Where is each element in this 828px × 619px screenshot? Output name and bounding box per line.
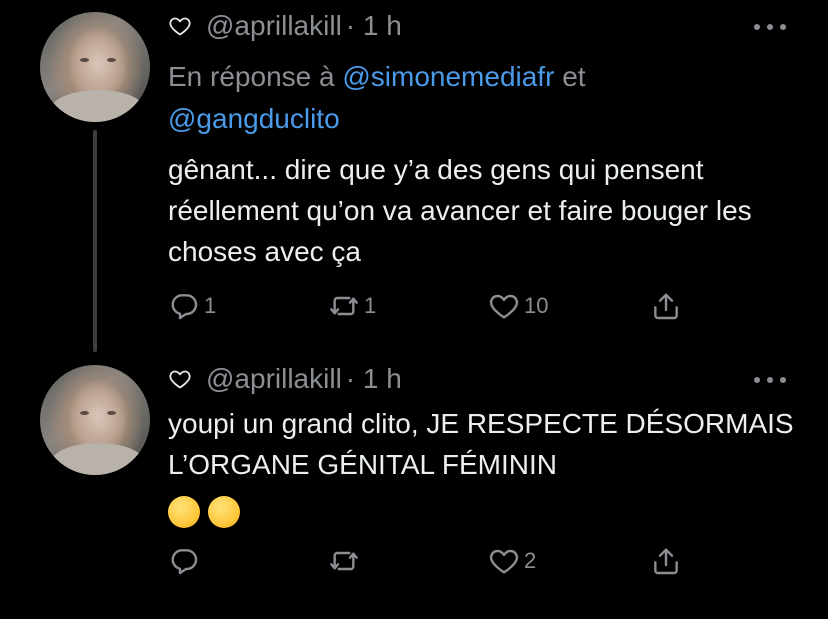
reply-context: En réponse à @simonemediafr et @gangducl… (168, 56, 768, 140)
tweet-text: youpi un grand clito, JE RESPECTE DÉSORM… (168, 403, 808, 530)
retweet-icon (328, 290, 360, 322)
reply-prefix: En réponse à (168, 61, 335, 92)
star-struck-face-icon (208, 495, 240, 528)
tweet[interactable]: @aprillakill · 1 h En réponse à @simonem… (0, 0, 828, 352)
thread-connector-line (93, 130, 97, 352)
heart-icon (488, 545, 520, 577)
reply-button[interactable]: 1 (168, 288, 216, 324)
avatar-face (80, 411, 116, 417)
tweet-text-content: youpi un grand clito, JE RESPECTE DÉSORM… (168, 408, 794, 480)
retweet-button[interactable]: 1 (328, 288, 376, 324)
avatar[interactable] (40, 365, 150, 475)
like-button[interactable]: 2 (488, 543, 536, 579)
like-button[interactable]: 10 (488, 288, 548, 324)
heart-icon (168, 367, 192, 391)
tweet-time: · 1 h (345, 10, 402, 41)
heart-icon (168, 14, 192, 38)
more-options-icon[interactable] (754, 377, 786, 387)
grinning-squinting-face-icon (168, 495, 200, 528)
avatar-shoulder (50, 443, 146, 475)
reply-conjunction: et (562, 61, 586, 92)
tweet-header: @aprillakill · 1 h (168, 10, 402, 42)
retweet-icon (328, 545, 360, 577)
reply-button[interactable] (168, 543, 204, 579)
share-icon (650, 545, 682, 577)
tweet-actions: 2 (168, 543, 688, 583)
more-options-icon[interactable] (754, 24, 786, 34)
retweet-count: 1 (364, 293, 377, 318)
avatar[interactable] (40, 12, 150, 122)
tweet-actions: 1 1 10 (168, 288, 688, 328)
user-handle[interactable]: @aprillakill (206, 363, 342, 395)
user-handle[interactable]: @aprillakill (206, 10, 342, 42)
share-icon (650, 290, 682, 322)
reply-icon (168, 290, 200, 322)
share-button[interactable] (650, 543, 682, 579)
like-count: 2 (524, 548, 537, 573)
avatar-face (80, 58, 116, 64)
mention-link[interactable]: @simonemediafr (342, 61, 554, 92)
mention-link[interactable]: @gangduclito (168, 103, 340, 134)
tweet-text: gênant... dire que y’a des gens qui pens… (168, 154, 752, 267)
heart-icon (488, 290, 520, 322)
reply-icon (168, 545, 200, 577)
like-count: 10 (524, 293, 549, 318)
retweet-button[interactable] (328, 543, 364, 579)
tweet-time: · 1 h (345, 363, 402, 394)
tweet-header: @aprillakill · 1 h (168, 363, 402, 395)
avatar-shoulder (50, 90, 146, 122)
reply-count: 1 (204, 293, 217, 318)
share-button[interactable] (650, 288, 682, 324)
tweet[interactable]: @aprillakill · 1 h youpi un grand clito,… (0, 345, 828, 619)
